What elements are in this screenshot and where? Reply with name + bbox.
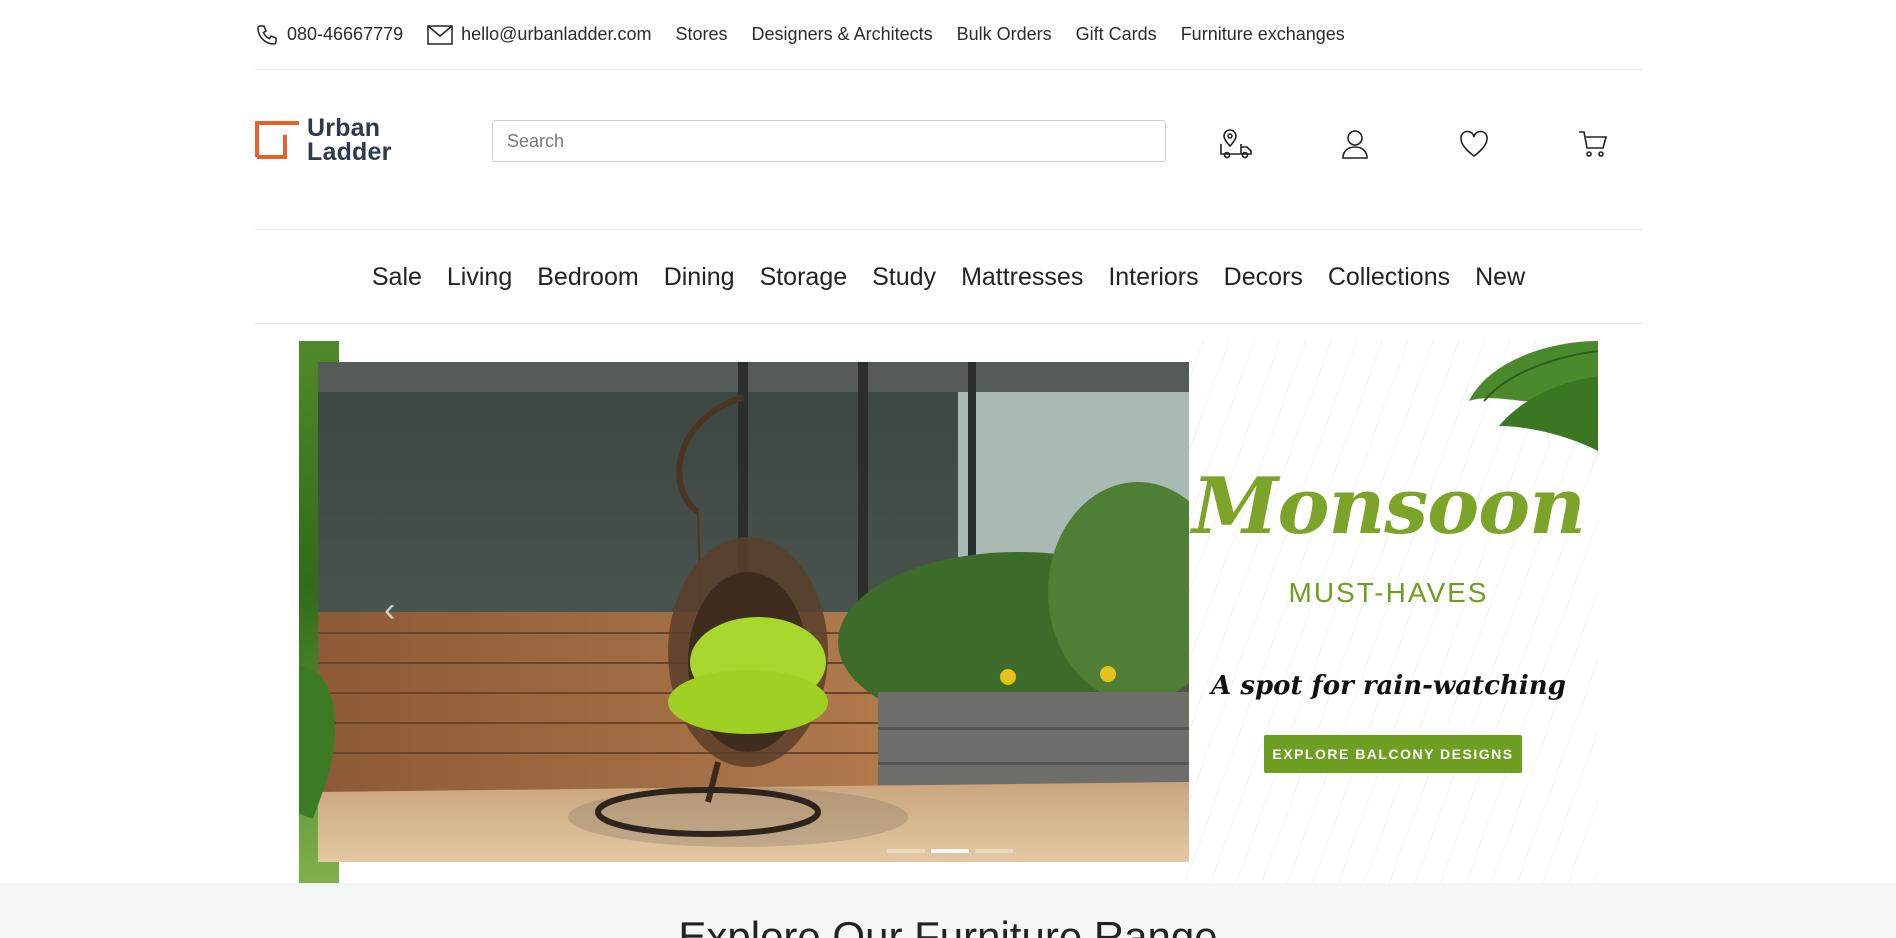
- logo-line-2: Ladder: [307, 138, 392, 166]
- logo-mark-icon: [255, 121, 301, 159]
- nav-item-storage[interactable]: Storage: [760, 263, 848, 292]
- track-order-icon[interactable]: [1218, 126, 1254, 162]
- nav-item-new[interactable]: New: [1475, 263, 1525, 292]
- explore-heading: Explore Our Furniture Range: [678, 913, 1218, 938]
- nav-item-decors[interactable]: Decors: [1224, 263, 1303, 292]
- carousel-dot-1[interactable]: [887, 849, 925, 853]
- hero-promo-panel: Monsoon MUST-HAVES A spot for rain-watch…: [1179, 341, 1598, 883]
- email-address: hello@urbanladder.com: [461, 24, 652, 44]
- category-nav: Sale Living Bedroom Dining Storage Study…: [255, 231, 1642, 324]
- bulk-orders-link[interactable]: Bulk Orders: [957, 24, 1052, 45]
- nav-item-collections[interactable]: Collections: [1328, 263, 1450, 292]
- top-utility-bar: 080-46667779 hello@urbanladder.com Store…: [255, 0, 1642, 70]
- phone-contact[interactable]: 080-46667779: [255, 23, 403, 47]
- urban-ladder-logo[interactable]: Urban Ladder: [255, 115, 405, 165]
- designers-architects-link[interactable]: Designers & Architects: [752, 24, 933, 45]
- nav-item-study[interactable]: Study: [872, 263, 936, 292]
- nav-item-sale[interactable]: Sale: [372, 263, 422, 292]
- carousel-prev-arrow[interactable]: ‹: [384, 591, 395, 630]
- stores-link[interactable]: Stores: [676, 24, 728, 45]
- user-icon[interactable]: [1337, 126, 1373, 162]
- hero-image: [318, 362, 1189, 862]
- nav-item-dining[interactable]: Dining: [664, 263, 735, 292]
- furniture-exchanges-link[interactable]: Furniture exchanges: [1181, 24, 1345, 45]
- email-contact[interactable]: hello@urbanladder.com: [427, 24, 652, 45]
- gift-cards-link[interactable]: Gift Cards: [1076, 24, 1157, 45]
- heart-icon[interactable]: [1456, 126, 1492, 162]
- leaf-decoration-top-right: [1469, 341, 1598, 451]
- nav-item-bedroom[interactable]: Bedroom: [537, 263, 638, 292]
- phone-icon: [257, 24, 277, 45]
- nav-item-living[interactable]: Living: [447, 263, 512, 292]
- promo-title: Monsoon: [1192, 461, 1586, 552]
- promo-tagline: A spot for rain-watching: [1211, 671, 1566, 701]
- logo-line-1: Urban: [307, 114, 381, 142]
- nav-item-mattresses[interactable]: Mattresses: [961, 263, 1083, 292]
- phone-number: 080-46667779: [287, 24, 404, 44]
- search-input[interactable]: [492, 120, 1166, 162]
- promo-subtitle: MUST-HAVES: [1288, 577, 1489, 608]
- nav-item-interiors[interactable]: Interiors: [1108, 263, 1198, 292]
- explore-balcony-designs-button[interactable]: EXPLORE BALCONY DESIGNS: [1264, 735, 1522, 773]
- carousel-indicators: [884, 849, 1016, 853]
- carousel-dot-2[interactable]: [931, 849, 969, 853]
- mail-icon: [427, 24, 453, 45]
- cart-icon[interactable]: [1575, 126, 1611, 162]
- explore-section: Explore Our Furniture Range: [0, 883, 1896, 938]
- main-header: Urban Ladder: [255, 71, 1642, 230]
- carousel-dot-3[interactable]: [975, 849, 1013, 853]
- logo-wordmark: Urban Ladder: [307, 114, 392, 166]
- hero-banner[interactable]: ‹ Monsoon MUST-HAVES A spot for rain-wat…: [299, 341, 1598, 883]
